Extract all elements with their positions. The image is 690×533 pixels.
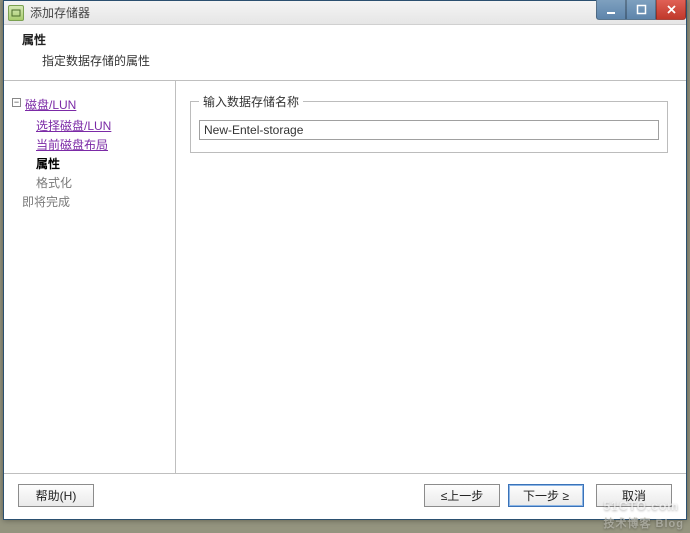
page-title: 属性 (22, 31, 668, 48)
next-button[interactable]: 下一步 ≥ (508, 484, 584, 507)
tree-collapse-icon[interactable]: − (12, 98, 21, 107)
wizard-nav: − 磁盘/LUN 选择磁盘/LUN 当前磁盘布局 属性 格式化 即将完成 (4, 81, 176, 473)
wizard-header: 属性 指定数据存储的属性 (4, 25, 686, 81)
close-button[interactable] (656, 0, 686, 20)
datastore-name-group: 输入数据存储名称 (190, 93, 668, 153)
app-icon (8, 5, 24, 21)
maximize-button[interactable] (626, 0, 656, 20)
fieldset-legend: 输入数据存储名称 (199, 93, 303, 110)
window-title: 添加存储器 (30, 4, 90, 21)
minimize-icon (606, 4, 617, 15)
nav-step-properties: 属性 (36, 154, 167, 173)
close-icon (666, 4, 677, 15)
minimize-button[interactable] (596, 0, 626, 20)
cancel-button[interactable]: 取消 (596, 484, 672, 507)
window-controls (596, 0, 686, 20)
maximize-icon (636, 4, 647, 15)
datastore-name-input[interactable] (199, 120, 659, 140)
wizard-body: − 磁盘/LUN 选择磁盘/LUN 当前磁盘布局 属性 格式化 即将完成 输入数… (4, 81, 686, 473)
wizard-window: 添加存储器 属性 指定数据存储的属性 − 磁盘/LUN 选择磁盘/LUN 当前磁… (3, 0, 687, 520)
wizard-footer: 帮助(H) ≤上一步 下一步 ≥ 取消 (4, 473, 686, 517)
wizard-content: 输入数据存储名称 (176, 81, 686, 473)
page-description: 指定数据存储的属性 (22, 48, 668, 69)
nav-step-format: 格式化 (36, 173, 167, 192)
nav-root-link[interactable]: 磁盘/LUN (25, 95, 76, 114)
help-button[interactable]: 帮助(H) (18, 484, 94, 507)
nav-step-finish: 即将完成 (12, 192, 167, 211)
titlebar: 添加存储器 (4, 1, 686, 25)
nav-step-current-layout[interactable]: 当前磁盘布局 (36, 135, 108, 154)
nav-step-select-disk[interactable]: 选择磁盘/LUN (36, 116, 111, 135)
back-button[interactable]: ≤上一步 (424, 484, 500, 507)
